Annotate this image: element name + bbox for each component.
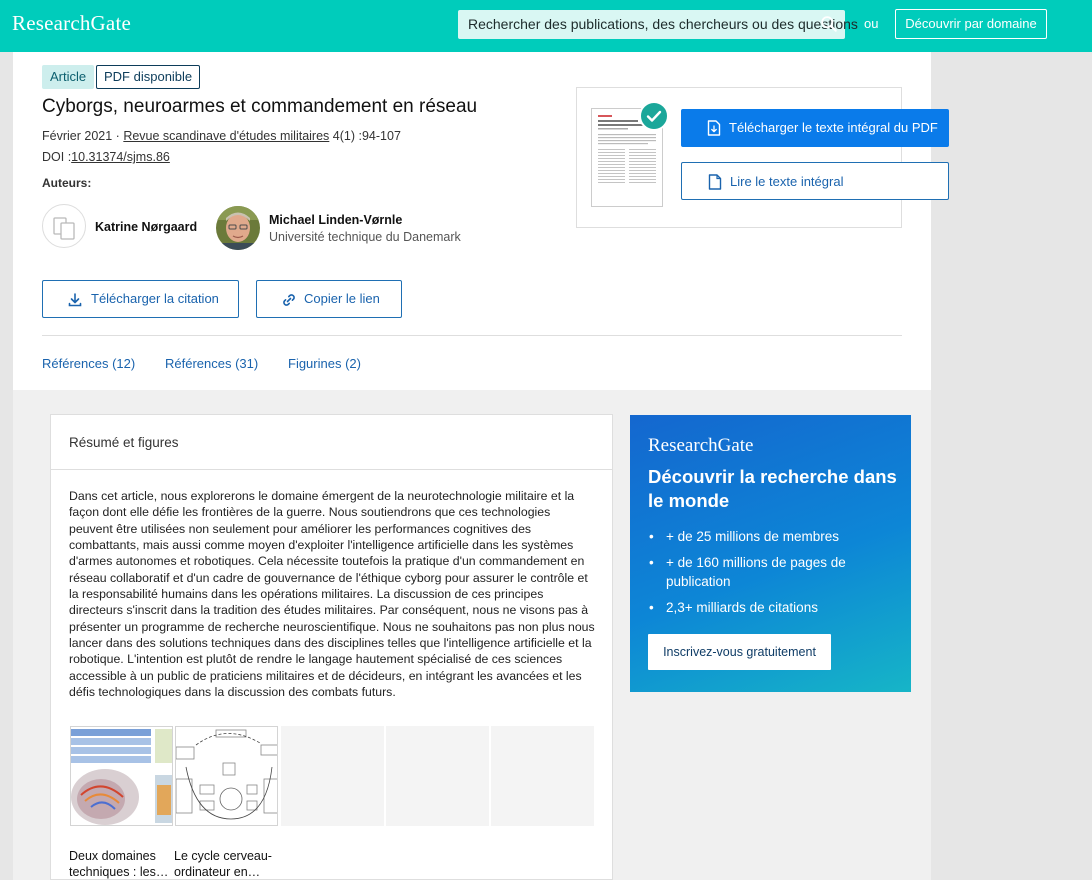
pdf-download-icon [707, 120, 721, 136]
publication-title: Cyborgs, neuroarmes et commandement en r… [42, 96, 478, 117]
read-full-text-label: Lire le texte intégral [730, 174, 844, 189]
check-badge-icon [639, 101, 669, 131]
publication-date: Février 2021 [42, 129, 113, 143]
meta-separator: · [115, 129, 120, 143]
researchgate-logo[interactable]: ResearchGate [12, 11, 131, 36]
full-text-download-box: Télécharger le texte intégral du PDF Lir… [576, 87, 949, 228]
read-full-text-button[interactable]: Lire le texte intégral [681, 162, 949, 200]
author-affiliation[interactable]: Université technique du Danemark [269, 230, 461, 244]
figure-placeholder [491, 726, 594, 826]
figure-placeholder [281, 726, 384, 826]
search-input[interactable]: Rechercher des publications, des cherche… [458, 10, 858, 39]
pdf-available-tag: PDF disponible [96, 65, 201, 89]
promo-heading: Découvrir la recherche dans le monde [648, 466, 897, 511]
doi-label: DOI : [42, 150, 72, 164]
search-placeholder[interactable]: Rechercher des publications, des cherche… [468, 16, 858, 32]
doi-line: DOI :10.31374/sjms.86 [42, 150, 170, 164]
promo-benefits-list: + de 25 millions de membres + de 160 mil… [648, 527, 903, 624]
figure-caption[interactable]: Deux domaines techniques : les… [69, 848, 174, 880]
article-tag: Article [42, 65, 95, 89]
author-name[interactable]: Katrine Nørgaard [95, 220, 197, 234]
doi-link[interactable]: 10.31374/sjms.86 [71, 150, 170, 164]
journal-link[interactable]: Revue scandinave d'études militaires [123, 129, 329, 143]
download-citation-label: Télécharger la citation [91, 291, 219, 306]
download-icon [68, 293, 82, 307]
copy-link-button[interactable]: Copier le lien [256, 280, 402, 318]
abstract-text: Dans cet article, nous explorerons le do… [69, 489, 595, 700]
abstract-heading: Résumé et figures [69, 435, 179, 450]
or-label: ou [864, 16, 879, 31]
link-icon [283, 294, 295, 306]
publication-header: Article PDF disponible Cyborgs, neuroarm… [13, 52, 949, 390]
figure-1-image [71, 727, 172, 825]
search-icon[interactable] [820, 15, 838, 33]
signup-promo-card: ResearchGate Découvrir la recherche dans… [630, 415, 911, 692]
promo-logo: ResearchGate [648, 435, 754, 456]
author-avatar-placeholder[interactable] [42, 204, 86, 248]
tab-references-31[interactable]: Références (31) [165, 356, 258, 371]
download-citation-button[interactable]: Télécharger la citation [42, 280, 239, 318]
tab-figures[interactable]: Figurines (2) [288, 356, 361, 371]
figure-thumbnail[interactable] [70, 726, 173, 826]
copy-link-label: Copier le lien [304, 291, 380, 306]
download-pdf-label: Télécharger le texte intégral du PDF [729, 120, 938, 135]
publication-meta: Février 2021 · Revue scandinave d'études… [42, 129, 401, 143]
download-pdf-button[interactable]: Télécharger le texte intégral du PDF [681, 109, 949, 147]
figure-caption[interactable]: Le cycle cerveau-ordinateur en… [174, 848, 279, 880]
publication-issue: 4(1) :94-107 [332, 129, 401, 143]
promo-item: + de 160 millions de pages de publicatio… [648, 553, 903, 591]
promo-item: + de 25 millions de membres [648, 527, 903, 546]
signup-free-button[interactable]: Inscrivez-vous gratuitement [648, 634, 831, 670]
user-placeholder-icon [53, 217, 75, 240]
document-icon [708, 174, 722, 190]
divider [42, 335, 902, 336]
figure-thumbnail[interactable] [175, 726, 278, 826]
abstract-header: Résumé et figures [51, 415, 612, 470]
promo-item: 2,3+ milliards de citations [648, 598, 903, 617]
author-photo [216, 206, 260, 250]
discover-by-field-button[interactable]: Découvrir par domaine [895, 9, 1047, 39]
tab-references-12[interactable]: Références (12) [42, 356, 135, 371]
authors-label: Auteurs: [42, 176, 92, 190]
author-name[interactable]: Michael Linden-Vørnle [269, 213, 402, 227]
abstract-card: Résumé et figures Dans cet article, nous… [50, 414, 613, 880]
author-avatar[interactable] [216, 206, 260, 250]
figure-placeholder [386, 726, 489, 826]
figure-2-image [176, 727, 277, 825]
top-navigation-bar: ResearchGate Rechercher des publications… [0, 0, 1092, 52]
